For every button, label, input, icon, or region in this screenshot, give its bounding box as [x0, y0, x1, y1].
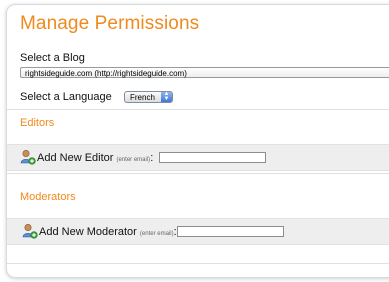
- add-moderator-label: Add New Moderator (enter email):: [39, 226, 177, 238]
- add-user-icon: [22, 223, 38, 239]
- manage-permissions-panel: Manage Permissions Select a Blog rightsi…: [6, 4, 389, 278]
- add-editor-hint: (enter email): [116, 157, 151, 163]
- add-user-icon: [20, 149, 36, 165]
- add-editor-row: Add New Editor (enter email):: [7, 144, 389, 171]
- moderator-email-input[interactable]: [177, 226, 284, 237]
- divider: [7, 109, 389, 110]
- add-editor-label: Add New Editor (enter email):: [37, 152, 154, 164]
- editor-email-input[interactable]: [159, 152, 266, 163]
- language-select[interactable]: French ▲ ▼: [124, 91, 173, 103]
- moderators-heading: Moderators: [20, 191, 76, 203]
- select-language-label: Select a Language: [20, 91, 112, 103]
- blog-select-value: rightsideguide.com (http://rightsideguid…: [25, 69, 187, 78]
- add-moderator-row: Add New Moderator (enter email):: [7, 218, 389, 245]
- divider: [7, 263, 389, 264]
- add-moderator-hint: (enter email): [139, 231, 174, 237]
- editors-heading: Editors: [20, 117, 55, 129]
- select-blog-label: Select a Blog: [20, 52, 85, 64]
- language-select-value: French: [130, 93, 155, 102]
- divider: [7, 173, 389, 174]
- page-title: Manage Permissions: [20, 13, 200, 34]
- updown-arrows-icon: ▲ ▼: [161, 91, 172, 102]
- blog-select[interactable]: rightsideguide.com (http://rightsideguid…: [20, 67, 389, 78]
